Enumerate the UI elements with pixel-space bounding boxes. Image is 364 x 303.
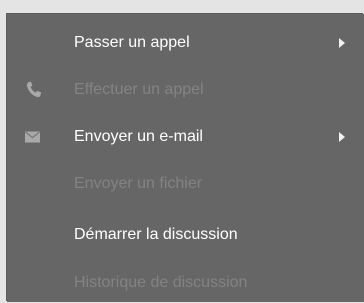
menu-item-label: Envoyer un e-mail	[74, 128, 203, 145]
context-menu: Passer un appel Effectuer un appel Envoy…	[7, 14, 364, 302]
menu-item-historique-de-discussion[interactable]: Historique de discussion	[7, 263, 364, 303]
menu-item-passer-un-appel[interactable]: Passer un appel	[7, 23, 364, 63]
menu-item-demarrer-la-discussion[interactable]: Démarrer la discussion	[7, 215, 364, 255]
menu-item-envoyer-un-fichier[interactable]: Envoyer un fichier	[7, 164, 364, 204]
menu-item-effectuer-un-appel[interactable]: Effectuer un appel	[7, 70, 364, 110]
menu-item-label: Passer un appel	[74, 34, 190, 51]
menu-item-envoyer-un-email[interactable]: Envoyer un e-mail	[7, 117, 364, 157]
menu-item-label: Envoyer un fichier	[74, 175, 203, 192]
phone-icon	[24, 80, 44, 100]
submenu-arrow-icon	[339, 38, 345, 48]
envelope-icon	[24, 127, 44, 147]
menu-item-label: Démarrer la discussion	[74, 226, 238, 243]
menu-item-label: Effectuer un appel	[74, 81, 204, 98]
submenu-arrow-icon	[339, 132, 345, 142]
menu-item-label: Historique de discussion	[74, 274, 248, 291]
